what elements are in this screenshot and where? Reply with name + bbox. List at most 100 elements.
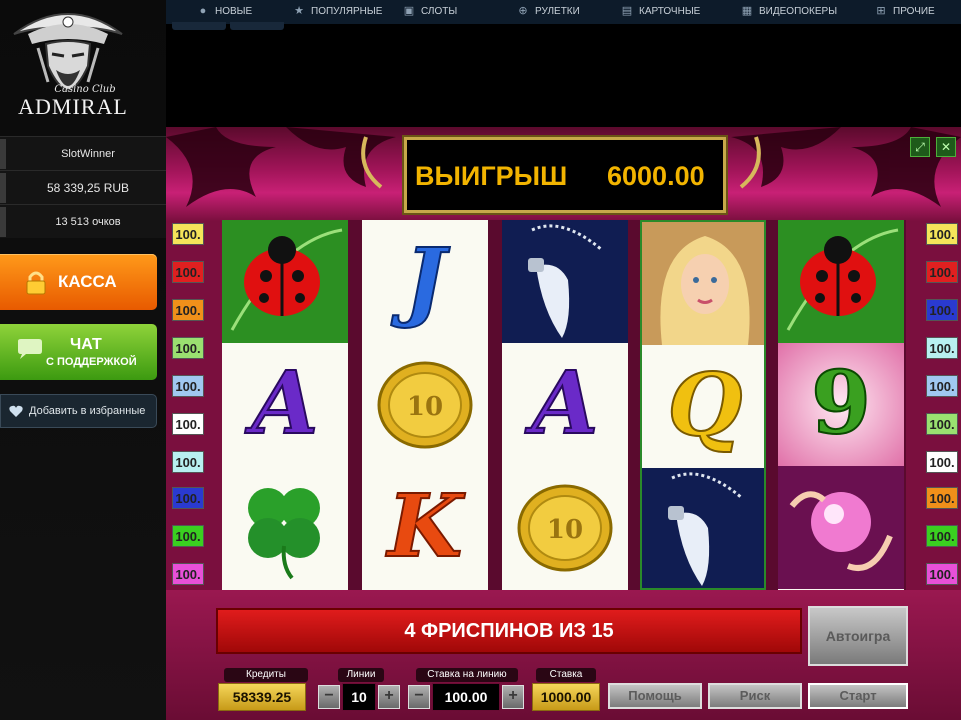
chat-sublabel: С ПОДДЕРЖКОЙ	[46, 356, 137, 368]
nav-label: ВИДЕОПОКЕРЫ	[759, 6, 838, 17]
line-badge: 100.	[172, 525, 204, 547]
line-badge: 100.	[926, 451, 958, 473]
symbol-j: J	[362, 220, 488, 343]
nav-label: НОВЫЕ	[215, 6, 253, 17]
add-favorite-button[interactable]: Добавить в избранные	[0, 394, 157, 428]
symbol-blonde-woman	[642, 222, 764, 345]
line-badge: 100.	[172, 413, 204, 435]
username-row[interactable]: SlotWinner	[0, 136, 166, 170]
freespins-status: 4 ФРИСПИНОВ ИЗ 15	[216, 608, 802, 654]
other-icon: ⊞	[876, 5, 886, 17]
row-tab	[0, 139, 6, 169]
symbol-feather-pendant	[502, 220, 628, 343]
ladybug-icon	[222, 220, 348, 343]
bet-increase-button[interactable]: +	[502, 685, 524, 709]
reel-3: A 10	[502, 220, 628, 590]
bet-decrease-button[interactable]: −	[408, 685, 430, 709]
woman-portrait-icon	[642, 222, 764, 345]
username: SlotWinner	[61, 148, 115, 160]
lock-icon	[26, 271, 46, 295]
line-badge: 100.	[172, 261, 204, 283]
fullscreen-button[interactable]: ⤢	[910, 137, 930, 157]
symbol-clover	[222, 466, 348, 589]
support-chat-button[interactable]: ЧАТ С ПОДДЕРЖКОЙ	[0, 324, 157, 380]
nav-item-roulette[interactable]: ⊕ РУЛЕТКИ	[516, 0, 580, 22]
points: 13 513 очков	[55, 216, 121, 228]
number-9: 9	[810, 352, 872, 455]
nav-label: ПРОЧИЕ	[893, 6, 935, 17]
line-badge: 100.	[926, 299, 958, 321]
chat-label: ЧАТ	[70, 336, 102, 353]
bet-value: 1000.00	[532, 683, 600, 711]
credits-value: 58339.25	[218, 683, 306, 711]
line-badge: 100.	[926, 487, 958, 509]
close-icon: ✕	[940, 140, 952, 154]
lines-increase-button[interactable]: +	[378, 685, 400, 709]
nav-dropdown-edge	[230, 22, 284, 30]
letter-a: A	[251, 352, 320, 455]
nav-item-new[interactable]: ● НОВЫЕ	[196, 0, 253, 22]
svg-text:10: 10	[407, 392, 443, 422]
slot-game: ВЫИГРЫШ 6000.00 ⤢ ✕ A J 10 K A 10 Q 9 10…	[166, 127, 961, 720]
slots-icon: ▣	[403, 5, 415, 17]
lines-decrease-button[interactable]: −	[318, 685, 340, 709]
nav-item-other[interactable]: ⊞ ПРОЧИЕ	[874, 0, 935, 22]
symbol-q: Q	[642, 345, 764, 468]
bet-per-line-value: 100.00	[432, 683, 500, 711]
help-button[interactable]: Помощь	[608, 683, 702, 709]
symbol-a: A	[222, 343, 348, 466]
nav-item-slots[interactable]: ▣ СЛОТЫ	[402, 0, 457, 22]
lines-label: Линии	[338, 668, 384, 682]
feather-pendant-icon	[642, 468, 764, 588]
nav-dropdown-edge	[172, 22, 226, 30]
cards-icon: ▤	[621, 5, 633, 17]
reel-2: J 10 K	[362, 220, 488, 590]
symbol-feather-pendant	[642, 468, 764, 588]
star-icon: ★	[294, 5, 304, 17]
svg-text:10: 10	[547, 515, 583, 545]
symbol-gold-coin: 10	[362, 343, 488, 466]
symbol-ladybug	[778, 220, 904, 343]
letter-q: Q	[667, 354, 744, 457]
row-tab	[0, 207, 6, 237]
risk-button[interactable]: Риск	[708, 683, 802, 709]
nav-item-popular[interactable]: ★ ПОПУЛЯРНЫЕ	[292, 0, 382, 22]
line-badge: 100.	[926, 413, 958, 435]
control-panel: 4 ФРИСПИНОВ ИЗ 15 Автоигра Кредиты 58339…	[166, 590, 961, 720]
nav-label: СЛОТЫ	[421, 6, 458, 17]
brand-name: ADMIRAL	[18, 94, 128, 119]
win-amount: 6000.00	[607, 161, 705, 191]
reel-5: 9	[778, 220, 904, 590]
close-game-button[interactable]: ✕	[936, 137, 956, 157]
chat-bubble-icon	[18, 339, 42, 359]
balance-row[interactable]: 58 339,25 RUB	[0, 170, 166, 204]
line-badge: 100.	[926, 563, 958, 585]
videopoker-icon: ▦	[741, 5, 753, 17]
nav-label: КАРТОЧНЫЕ	[639, 6, 701, 17]
brand-logo[interactable]: Casino Club ADMIRAL	[0, 0, 166, 130]
line-badge: 100.	[172, 451, 204, 473]
reel-1: A	[222, 220, 348, 590]
feather-pendant-icon	[502, 220, 628, 343]
symbol-crystal-ball	[778, 466, 904, 589]
nav-item-cards[interactable]: ▤ КАРТОЧНЫЕ	[620, 0, 701, 22]
start-button[interactable]: Старт	[808, 683, 908, 709]
new-icon: ●	[199, 5, 207, 17]
screen: Casino Club ADMIRAL SlotWinner 58 339,25…	[0, 0, 961, 720]
cashier-button[interactable]: КАССА	[0, 254, 157, 310]
reel-4: Q	[640, 220, 766, 590]
favorite-label: Добавить в избранные	[29, 405, 146, 417]
line-badge: 100.	[172, 563, 204, 585]
win-display: ВЫИГРЫШ 6000.00	[404, 137, 726, 213]
nav-item-videopoker[interactable]: ▦ ВИДЕОПОКЕРЫ	[740, 0, 837, 22]
letter-j: J	[404, 229, 447, 332]
ladybug-icon	[778, 220, 904, 343]
pirate-logo-icon	[13, 13, 123, 92]
autoplay-button[interactable]: Автоигра	[808, 606, 908, 666]
points-row[interactable]: 13 513 очков	[0, 204, 166, 238]
nav-label: РУЛЕТКИ	[535, 6, 580, 17]
line-badge: 100.	[926, 223, 958, 245]
gold-coin-icon: 10	[517, 484, 613, 572]
top-navigation: ● НОВЫЕ ★ ПОПУЛЯРНЫЕ ▣ СЛОТЫ ⊕ РУЛЕТКИ ▤ КАРТ…	[166, 0, 961, 24]
line-badge: 100.	[172, 223, 204, 245]
